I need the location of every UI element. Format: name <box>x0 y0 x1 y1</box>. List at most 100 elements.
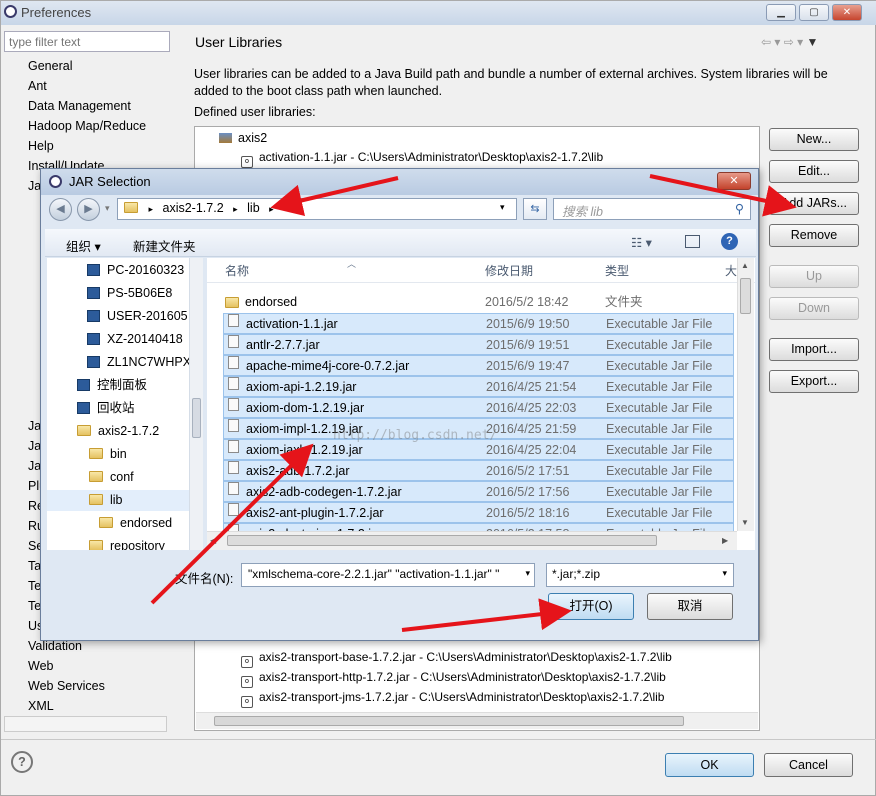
tree-item[interactable]: USER-201605 <box>47 306 197 327</box>
library-node[interactable]: axis2 <box>219 131 267 145</box>
filter-input[interactable] <box>4 31 170 52</box>
library-entry[interactable]: o axis2-transport-jms-1.7.2.jar - C:\User… <box>241 690 664 708</box>
column-date[interactable]: 修改日期 <box>485 262 533 279</box>
recent-dropdown-icon[interactable]: ▾ <box>105 203 110 214</box>
up-button[interactable]: Up <box>769 265 859 288</box>
remove-button[interactable]: Remove <box>769 224 859 247</box>
folder-tree[interactable]: PC-20160323 PS-5B06E8 USER-201605 XZ-201404… <box>47 258 203 550</box>
export-button[interactable]: Export... <box>769 370 859 393</box>
file-row[interactable]: apache-mime4j-core-0.7.2.jar 2015/6/9 19:… <box>223 355 734 376</box>
breadcrumb-segment[interactable]: axis2-1.7.2 <box>163 201 224 215</box>
library-entry[interactable]: o axis2-transport-base-1.7.2.jar - C:\Use… <box>241 650 672 668</box>
column-size[interactable]: 大 <box>725 262 737 279</box>
back-icon[interactable]: ◀ <box>49 198 72 221</box>
history-nav-icons[interactable]: ⇦ ▾ ⇨ ▾ ▼ <box>761 35 818 49</box>
chevron-right-icon: ▸ <box>269 204 274 214</box>
scroll-thumb[interactable] <box>192 398 201 438</box>
tree-item[interactable]: bin <box>47 444 197 465</box>
tree-item[interactable]: 控制面板 <box>47 375 197 396</box>
nav-item[interactable]: XML <box>28 699 54 713</box>
file-row[interactable]: axiom-api-1.2.19.jar 2016/4/25 21:54 Execu… <box>223 376 734 397</box>
file-row[interactable]: activation-1.1.jar 2015/6/9 19:50 Executab… <box>223 313 734 334</box>
file-row[interactable]: endorsed 2016/5/2 18:42 文件夹 <box>223 292 734 313</box>
tree-item[interactable]: ZL1NC7WHPX <box>47 352 197 373</box>
tree-item[interactable]: repository <box>47 536 197 550</box>
help-icon[interactable]: ? <box>721 233 738 250</box>
scroll-thumb[interactable] <box>227 535 657 546</box>
new-button[interactable]: New... <box>769 128 859 151</box>
library-hscrollbar[interactable] <box>196 712 758 729</box>
forward-icon[interactable]: ▶ <box>77 198 100 221</box>
folder-icon <box>89 540 103 550</box>
tree-item-label: conf <box>110 470 134 484</box>
tree-item[interactable]: PC-20160323 <box>47 260 197 281</box>
scroll-up-icon[interactable]: ▲ <box>741 261 749 270</box>
file-type: Executable Jar File <box>606 506 713 520</box>
folder-icon <box>77 425 91 436</box>
tree-item[interactable]: lib <box>47 490 197 511</box>
folder-icon <box>89 471 103 482</box>
file-row[interactable]: axis2-adb-1.7.2.jar 2016/5/2 17:51 Executa… <box>223 460 734 481</box>
help-icon[interactable]: ? <box>11 751 33 773</box>
open-button[interactable]: 打开(O) <box>548 593 634 620</box>
down-button[interactable]: Down <box>769 297 859 320</box>
file-hscrollbar[interactable]: ◀ ▶ <box>207 531 737 550</box>
tree-item[interactable]: XZ-20140418 <box>47 329 197 350</box>
ok-button[interactable]: OK <box>665 753 754 777</box>
close-button[interactable]: ✕ <box>832 4 862 21</box>
file-vscrollbar[interactable]: ▲ ▼ <box>737 258 754 531</box>
nav-item[interactable]: Data Management <box>28 99 131 113</box>
dialog-titlebar: JAR Selection ✕ <box>41 169 758 195</box>
scroll-left-icon[interactable]: ◀ <box>210 536 216 545</box>
library-entry[interactable]: o axis2-transport-http-1.7.2.jar - C:\Use… <box>241 670 666 688</box>
tree-item[interactable]: endorsed <box>47 513 197 534</box>
nav-item[interactable]: Web Services <box>28 679 105 693</box>
nav-item[interactable]: Web <box>28 659 53 673</box>
import-button[interactable]: Import... <box>769 338 859 361</box>
file-list[interactable]: 名称 ︿ 修改日期 类型 大 endorsed 2016/5/2 18:42 文件夹… <box>207 258 755 550</box>
minimize-button[interactable]: ▁ <box>766 4 796 21</box>
organize-button[interactable]: 组织 ▾ <box>66 236 101 255</box>
explorer-toolbar: 组织 ▾ 新建文件夹 ☷ ▾ ? <box>45 229 756 257</box>
library-entry[interactable]: o activation-1.1.jar - C:\Users\Administr… <box>241 150 603 168</box>
preview-pane-icon[interactable] <box>685 235 700 248</box>
chevron-down-icon[interactable]: ▾ <box>525 568 530 579</box>
refresh-icon[interactable]: ⇆ <box>523 198 547 220</box>
nav-item[interactable]: Validation <box>28 639 82 653</box>
file-row[interactable]: axis2-ant-plugin-1.7.2.jar 2016/5/2 18:16… <box>223 502 734 523</box>
nav-item[interactable]: Ant <box>28 79 47 93</box>
filename-input[interactable]: "xmlschema-core-2.2.1.jar" "activation-1… <box>241 563 535 587</box>
edit-button[interactable]: Edit... <box>769 160 859 183</box>
chevron-down-icon[interactable]: ▾ <box>722 568 727 579</box>
nav-item[interactable]: Help <box>28 139 54 153</box>
filetype-select[interactable]: *.jar;*.zip ▾ <box>546 563 734 587</box>
chevron-down-icon[interactable]: ▾ <box>500 202 505 213</box>
nav-item[interactable]: Hadoop Map/Reduce <box>28 119 146 133</box>
tree-item[interactable]: PS-5B06E8 <box>47 283 197 304</box>
breadcrumb-segment[interactable]: lib <box>247 201 260 215</box>
scroll-thumb[interactable] <box>740 278 751 314</box>
column-name[interactable]: 名称 <box>225 262 249 279</box>
maximize-button[interactable]: ▢ <box>799 4 829 21</box>
scroll-right-icon[interactable]: ▶ <box>722 536 728 545</box>
cancel-button[interactable]: Cancel <box>764 753 853 777</box>
file-row[interactable]: antlr-2.7.7.jar 2015/6/9 19:51 Executable … <box>223 334 734 355</box>
tree-item[interactable]: axis2-1.7.2 <box>47 421 197 442</box>
tree-item[interactable]: 回收站 <box>47 398 197 419</box>
column-type[interactable]: 类型 <box>605 262 629 279</box>
tree-item[interactable]: conf <box>47 467 197 488</box>
view-options-icon[interactable]: ☷ ▾ <box>631 235 652 250</box>
nav-item[interactable]: General <box>28 59 72 73</box>
add-jars-button[interactable]: Add JARs... <box>769 192 859 215</box>
tree-scrollbar[interactable] <box>189 258 203 550</box>
address-breadcrumb[interactable]: ▸ axis2-1.7.2 ▸ lib ▸ ▾ <box>117 198 517 220</box>
dialog-cancel-button[interactable]: 取消 <box>647 593 733 620</box>
search-input[interactable]: 搜索 lib ⚲ <box>553 198 751 220</box>
dialog-close-button[interactable]: ✕ <box>717 172 751 190</box>
nav-scrollbar[interactable] <box>4 716 167 732</box>
new-folder-button[interactable]: 新建文件夹 <box>133 236 196 255</box>
scroll-thumb[interactable] <box>214 716 684 726</box>
file-row[interactable]: axiom-dom-1.2.19.jar 2016/4/25 22:03 Execu… <box>223 397 734 418</box>
file-row[interactable]: axis2-adb-codegen-1.7.2.jar 2016/5/2 17:5… <box>223 481 734 502</box>
scroll-down-icon[interactable]: ▼ <box>741 518 749 527</box>
